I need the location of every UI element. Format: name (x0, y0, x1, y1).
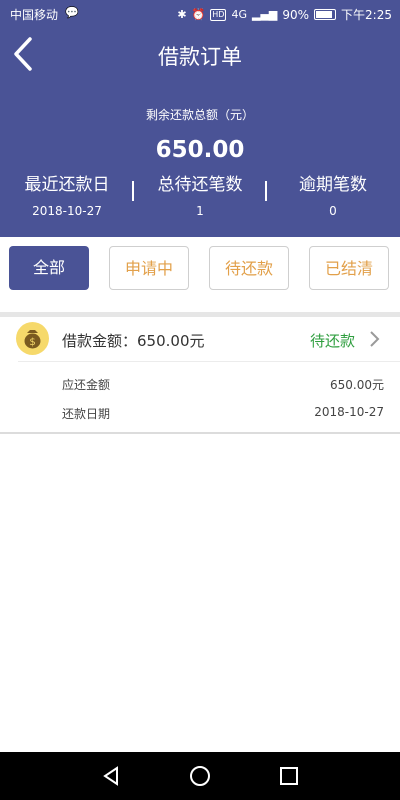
detail-label-due-amount: 应还金额 (62, 378, 111, 392)
circle-home-icon (190, 766, 210, 786)
battery-percent: 90% (282, 7, 310, 22)
detail-value-due-amount: 650.00元 (330, 378, 384, 392)
filter-tabs: 全部 申请中 待还款 已结清 (0, 246, 400, 292)
stat-value: 0 (329, 204, 337, 218)
stat-overdue-count: 逾期笔数 0 (266, 170, 400, 218)
nav-back-button[interactable] (99, 764, 123, 788)
header-panel: 中国移动 💬 ✱ ⏰ HD 4G ▂▄▆ 90% 下午2:25 借款订单 剩余还… (0, 0, 400, 237)
detail-value-repay-date: 2018-10-27 (314, 405, 384, 419)
tab-applying[interactable]: 申请中 (109, 246, 189, 290)
signal-icon: ▂▄▆ (251, 8, 278, 21)
square-recent-icon (280, 767, 298, 785)
message-icon: 💬 (65, 6, 79, 19)
alarm-icon: ⏰ (191, 8, 206, 21)
tab-pending-repay[interactable]: 待还款 (209, 246, 289, 290)
triangle-back-icon (103, 766, 118, 786)
stat-total-pending: 总待还笔数 1 (133, 170, 267, 218)
status-bar: 中国移动 💬 ✱ ⏰ HD 4G ▂▄▆ 90% 下午2:25 (0, 0, 400, 28)
clock: 下午2:25 (341, 8, 392, 22)
order-list-item[interactable]: $ 借款金额：650.00元 待还款 应还金额 650.00元 还款日期 201… (0, 317, 400, 434)
signal-label: 4G (231, 8, 247, 21)
system-nav-bar (0, 752, 400, 800)
order-status: 待还款 (309, 332, 355, 350)
row-divider (18, 361, 400, 362)
svg-text:$: $ (29, 337, 35, 348)
detail-label-repay-date: 还款日期 (62, 407, 111, 421)
money-bag-icon: $ (16, 322, 49, 355)
battery-icon (314, 9, 337, 20)
tab-settled[interactable]: 已结清 (309, 246, 389, 290)
loan-amount-title: 借款金额：650.00元 (62, 332, 205, 350)
chevron-right-icon[interactable] (369, 331, 381, 347)
stat-label: 逾期笔数 (299, 175, 367, 195)
status-icons: ✱ ⏰ HD 4G ▂▄▆ 90% 下午2:25 (177, 6, 392, 23)
page-title: 借款订单 (158, 45, 242, 69)
bluetooth-icon: ✱ (177, 8, 187, 21)
remaining-label: 剩余还款总额（元） (145, 108, 254, 122)
stat-recent-repay-date: 最近还款日 2018-10-27 (0, 170, 134, 218)
stat-label: 总待还笔数 (157, 175, 243, 195)
hd-badge: HD (210, 8, 227, 21)
stat-value: 1 (196, 204, 204, 218)
tab-all[interactable]: 全部 (9, 246, 89, 290)
remaining-amount: 650.00 (155, 137, 245, 163)
stat-label: 最近还款日 (24, 175, 110, 195)
nav-recent-button[interactable] (277, 764, 301, 788)
card-bottom-border (0, 432, 400, 434)
stat-value: 2018-10-27 (32, 204, 102, 218)
carrier-name: 中国移动 (10, 8, 59, 22)
nav-home-button[interactable] (188, 764, 212, 788)
